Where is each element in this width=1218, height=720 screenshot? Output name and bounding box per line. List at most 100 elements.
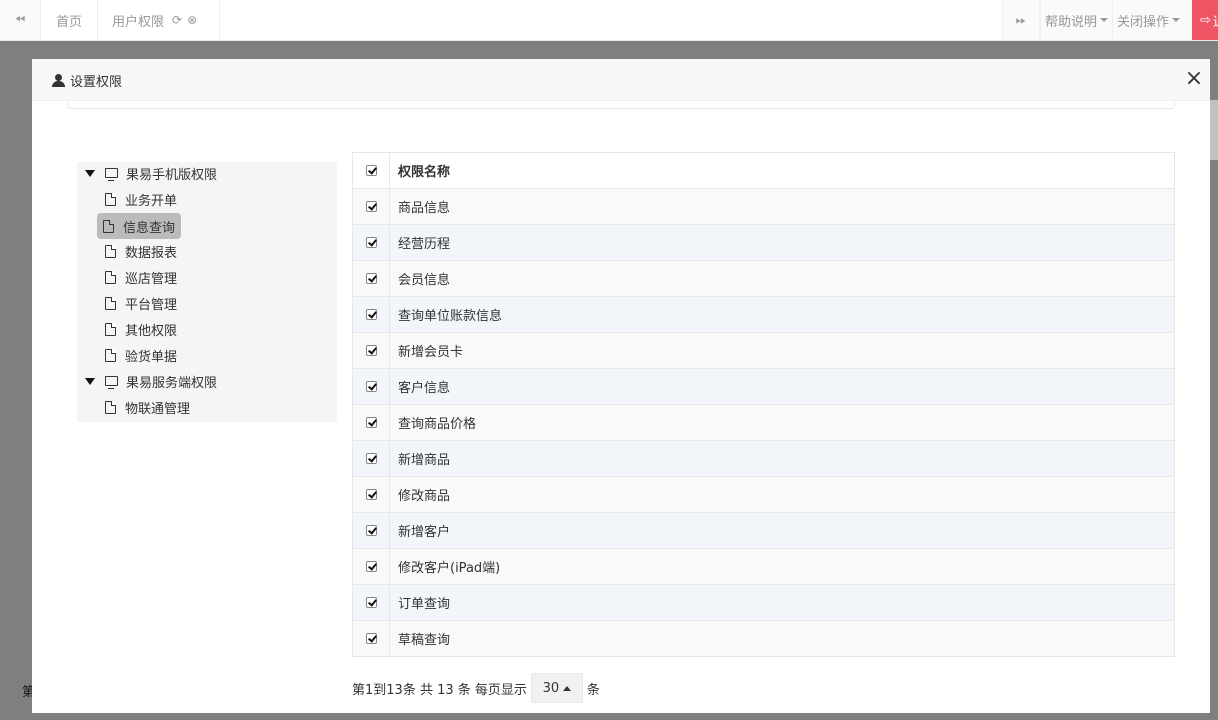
- row-checkbox[interactable]: [365, 489, 377, 500]
- row-checkbox[interactable]: [365, 381, 377, 392]
- table-row[interactable]: 查询商品价格: [352, 404, 1175, 441]
- permission-name: 新增商品: [389, 440, 1175, 477]
- tree-item-selected[interactable]: 信息查询: [97, 213, 182, 239]
- refresh-icon[interactable]: ⟳: [172, 13, 182, 27]
- tree-item[interactable]: 巡店管理: [105, 266, 177, 288]
- permission-name: 修改商品: [389, 476, 1175, 513]
- checkbox-cell: [352, 188, 390, 225]
- table-row[interactable]: 修改商品: [352, 476, 1175, 513]
- table-header-row: 权限名称: [352, 152, 1175, 189]
- row-checkbox[interactable]: [365, 309, 377, 320]
- tree-item[interactable]: 物联通管理: [105, 396, 190, 418]
- monitor-icon: [105, 376, 118, 389]
- row-checkbox[interactable]: [365, 597, 377, 608]
- table-row[interactable]: 会员信息: [352, 260, 1175, 297]
- permission-name: 新增客户: [389, 512, 1175, 549]
- set-permissions-dialog: 设置权限 × 果易手机版权限 业务开单 信息查询 数据报表 巡店管理 平台管理 …: [32, 59, 1210, 713]
- tree-group-server[interactable]: 果易服务端权限: [85, 370, 217, 392]
- close-operations-label: 关闭操作: [1117, 14, 1170, 30]
- tree-item-label: 巡店管理: [125, 271, 178, 287]
- monitor-icon: [105, 168, 118, 181]
- row-checkbox[interactable]: [365, 417, 377, 428]
- table-row[interactable]: 新增商品: [352, 440, 1175, 477]
- row-checkbox[interactable]: [365, 453, 377, 464]
- pagination-suffix: 条: [586, 682, 600, 698]
- close-operations-menu[interactable]: 关闭操作: [1112, 0, 1192, 40]
- logout-button[interactable]: ⇨ 退: [1192, 0, 1218, 40]
- permission-name: 订单查询: [389, 584, 1175, 621]
- scroll-tabs-left-button[interactable]: ⏪︎: [0, 0, 41, 40]
- table-row[interactable]: 新增会员卡: [352, 332, 1175, 369]
- row-checkbox[interactable]: [365, 201, 377, 212]
- checkbox-cell: [352, 332, 390, 369]
- table-row[interactable]: 草稿查询: [352, 620, 1175, 657]
- tree-group-mobile[interactable]: 果易手机版权限: [85, 162, 217, 184]
- permission-tree: 果易手机版权限 业务开单 信息查询 数据报表 巡店管理 平台管理 其他权限 验货…: [77, 162, 337, 422]
- tree-item-label: 业务开单: [125, 193, 178, 209]
- file-icon: [105, 296, 116, 310]
- select-all-checkbox[interactable]: [365, 165, 377, 176]
- checkbox-cell: [352, 404, 390, 441]
- file-icon: [105, 322, 116, 336]
- tab-user-permissions[interactable]: 用户权限 ⟳ ⊗: [98, 0, 220, 40]
- search-box[interactable]: [67, 101, 1175, 109]
- table-row[interactable]: 查询单位账款信息: [352, 296, 1175, 333]
- permission-name: 商品信息: [389, 188, 1175, 225]
- table-row[interactable]: 订单查询: [352, 584, 1175, 621]
- tree-item[interactable]: 验货单据: [105, 344, 177, 366]
- table-row[interactable]: 经营历程: [352, 224, 1175, 261]
- permission-name: 查询商品价格: [389, 404, 1175, 441]
- tab-bar: ⏪︎ 首页 用户权限 ⟳ ⊗ ⏩︎ 帮助说明 关闭操作 ⇨ 退: [0, 0, 1218, 41]
- close-icon[interactable]: ×: [1184, 68, 1204, 91]
- help-menu[interactable]: 帮助说明: [1040, 0, 1112, 40]
- caret-down-icon[interactable]: [85, 377, 95, 385]
- pagination: 第1到13条 共 13 条 每页显示 30 条: [352, 673, 600, 703]
- table-row[interactable]: 客户信息: [352, 368, 1175, 405]
- row-checkbox[interactable]: [365, 633, 377, 644]
- table-row[interactable]: 修改客户(iPad端): [352, 548, 1175, 585]
- logout-label: 退: [1213, 11, 1218, 30]
- checkbox-cell: [352, 512, 390, 549]
- checkbox-cell: [352, 224, 390, 261]
- scroll-tabs-right-button[interactable]: ⏩︎: [1002, 0, 1040, 40]
- checkbox-cell: [352, 476, 390, 513]
- sign-out-icon: ⇨: [1200, 12, 1211, 28]
- double-chevron-left-icon: ⏪︎: [14, 12, 26, 28]
- caret-down-icon[interactable]: [85, 169, 95, 177]
- page-size-value: 30: [542, 680, 560, 696]
- table-row[interactable]: 新增客户: [352, 512, 1175, 549]
- tree-item-label: 验货单据: [125, 349, 178, 365]
- tree-item-label: 信息查询: [123, 220, 176, 236]
- permission-name: 新增会员卡: [389, 332, 1175, 369]
- row-checkbox[interactable]: [365, 561, 377, 572]
- tab-home[interactable]: 首页: [41, 0, 98, 40]
- table-row[interactable]: 商品信息: [352, 188, 1175, 225]
- row-checkbox[interactable]: [365, 345, 377, 356]
- row-checkbox[interactable]: [365, 525, 377, 536]
- file-icon: [103, 219, 114, 233]
- tree-item[interactable]: 业务开单: [105, 188, 177, 210]
- tree-item[interactable]: 数据报表: [105, 240, 177, 262]
- dialog-title-text: 设置权限: [70, 75, 123, 90]
- column-header-permission-name[interactable]: 权限名称: [389, 152, 1175, 189]
- close-circle-icon[interactable]: ⊗: [187, 13, 197, 27]
- checkbox-cell: [352, 260, 390, 297]
- tree-item[interactable]: 其他权限: [105, 318, 177, 340]
- tab-label: 用户权限: [112, 14, 165, 30]
- tab-label: 首页: [55, 14, 82, 30]
- row-checkbox[interactable]: [365, 273, 377, 284]
- file-icon: [105, 348, 116, 362]
- tree-group-label: 果易服务端权限: [126, 375, 218, 391]
- dialog-scrollbar[interactable]: [1210, 100, 1218, 160]
- file-icon: [105, 400, 116, 414]
- caret-down-icon: [1172, 18, 1181, 22]
- checkbox-cell: [352, 584, 390, 621]
- tree-item-label: 平台管理: [125, 297, 178, 313]
- dialog-body: 果易手机版权限 业务开单 信息查询 数据报表 巡店管理 平台管理 其他权限 验货…: [32, 101, 1210, 713]
- page-size-select[interactable]: 30: [530, 673, 583, 703]
- row-checkbox[interactable]: [365, 237, 377, 248]
- checkbox-cell: [352, 620, 390, 657]
- file-icon: [105, 270, 116, 284]
- tree-item[interactable]: 平台管理: [105, 292, 177, 314]
- tree-item-label: 数据报表: [125, 245, 178, 261]
